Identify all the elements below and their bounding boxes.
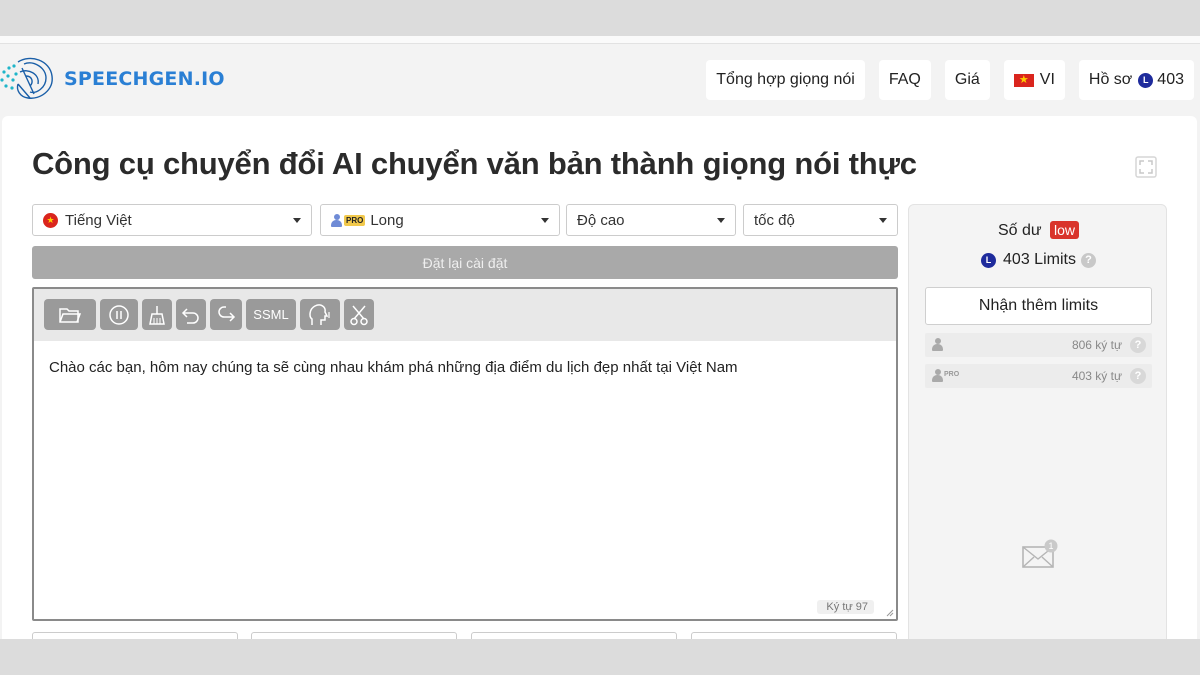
vietnam-flag-icon — [1013, 72, 1034, 88]
help-icon[interactable]: ? — [1080, 252, 1096, 268]
pause-button[interactable] — [100, 299, 138, 330]
limits-value: 403 Limits — [1003, 251, 1076, 268]
brain-network-icon — [0, 57, 53, 99]
quota-row-standard: 806 ký tự ? — [925, 333, 1152, 357]
footer-strip — [0, 639, 1200, 675]
person-icon — [932, 338, 943, 351]
mail-icon[interactable]: 1 — [1021, 539, 1061, 569]
pro-badge: PRO — [344, 214, 366, 226]
nav-profile-label: Hồ sơ — [1088, 71, 1133, 88]
logo-text: SPEECHGEN.IO — [64, 68, 225, 90]
main-nav: Tổng hợp giọng nói FAQ Giá VI Hồ sơ L 40… — [706, 60, 1194, 100]
broom-icon — [149, 305, 165, 325]
balance-label: Số dư — [997, 222, 1042, 239]
redo-icon — [218, 305, 236, 322]
speaking-head-icon — [309, 303, 330, 325]
nav-language[interactable]: VI — [1003, 60, 1065, 100]
nav-faq-label: FAQ — [888, 71, 921, 88]
fullscreen-icon[interactable] — [1135, 156, 1157, 178]
undo-icon — [181, 307, 199, 324]
ssml-button-label: SSML — [253, 307, 289, 322]
pitch-select-value: Độ cao — [577, 211, 625, 229]
quota-row-pro: PRO 403 ký tự ? — [925, 364, 1152, 388]
text-editor: SSML Chào các bạn, hôm nay chúng ta sẽ c… — [32, 287, 898, 621]
get-more-limits-label: Nhận thêm limits — [978, 297, 1099, 314]
limits-coin-icon: L — [1138, 72, 1154, 88]
chevron-down-icon — [879, 218, 887, 223]
reset-settings-button[interactable]: Đặt lại cài đặt — [32, 246, 898, 279]
character-counter-label: Ký tự — [826, 601, 853, 613]
voice-settings: Tiếng Việt PRO Long Độ cao tốc độ — [32, 204, 898, 236]
pro-badge: PRO — [944, 371, 960, 378]
folder-icon — [59, 307, 82, 323]
nav-profile[interactable]: Hồ sơ L 403 — [1078, 60, 1194, 100]
limits-row: L 403 Limits ? — [909, 251, 1168, 269]
editor-text-area[interactable]: Chào các bạn, hôm nay chúng ta sẽ cùng n… — [49, 359, 738, 376]
chevron-down-icon — [541, 218, 549, 223]
help-icon[interactable]: ? — [1130, 368, 1146, 384]
bottom-button[interactable] — [32, 632, 238, 639]
page-title: Công cụ chuyển đổi AI chuyển văn bản thà… — [32, 146, 917, 181]
voice-preview-button[interactable] — [300, 299, 340, 330]
quota-value: 403 ký tự — [1071, 369, 1122, 383]
get-more-limits-button[interactable]: Nhận thêm limits — [925, 287, 1152, 325]
nav-language-label: VI — [1039, 71, 1055, 88]
bottom-button[interactable] — [471, 632, 677, 639]
nav-faq[interactable]: FAQ — [878, 60, 931, 100]
voice-select-value: Long — [370, 211, 404, 229]
bottom-button[interactable] — [691, 632, 897, 639]
character-counter: Ký tự 97 — [817, 600, 874, 614]
ssml-button[interactable]: SSML — [246, 299, 296, 330]
pause-icon — [109, 304, 129, 325]
nav-speech-synthesis[interactable]: Tổng hợp giọng nói — [706, 60, 865, 100]
person-icon — [932, 369, 943, 382]
nav-pricing[interactable]: Giá — [944, 60, 990, 100]
tts-card: Công cụ chuyển đổi AI chuyển văn bản thà… — [2, 116, 1197, 639]
clear-button[interactable] — [142, 299, 172, 330]
limits-coin-icon: L — [981, 252, 997, 268]
nav-speech-synthesis-label: Tổng hợp giọng nói — [716, 71, 855, 88]
page: SPEECHGEN.IO Tổng hợp giọng nói FAQ Giá … — [0, 36, 1200, 639]
top-strip — [0, 36, 1200, 44]
undo-button[interactable] — [176, 299, 206, 330]
logo[interactable]: SPEECHGEN.IO — [0, 54, 225, 104]
reset-settings-label: Đặt lại cài đặt — [422, 254, 508, 271]
language-select[interactable]: Tiếng Việt — [32, 204, 312, 236]
scissors-icon — [350, 305, 368, 325]
balance-sidebar: Số dư low L 403 Limits ? Nhận thêm limit… — [908, 204, 1167, 639]
character-counter-value: 97 — [855, 601, 868, 613]
chevron-down-icon — [293, 218, 301, 223]
help-icon[interactable]: ? — [1130, 337, 1146, 353]
resize-handle-icon[interactable] — [886, 609, 894, 617]
low-balance-badge: low — [1050, 221, 1080, 239]
balance-row: Số dư low — [909, 221, 1168, 240]
speed-select-value: tốc độ — [754, 211, 795, 229]
bottom-button[interactable] — [251, 632, 457, 639]
cut-button[interactable] — [344, 299, 374, 330]
header: SPEECHGEN.IO Tổng hợp giọng nói FAQ Giá … — [0, 46, 1200, 112]
voice-select[interactable]: PRO Long — [320, 204, 560, 236]
person-icon — [331, 213, 342, 227]
mail-badge-count: 1 — [1048, 541, 1053, 551]
redo-button[interactable] — [210, 299, 242, 330]
nav-pricing-label: Giá — [954, 71, 980, 88]
vietnam-flag-icon — [43, 212, 58, 228]
chevron-down-icon — [717, 218, 725, 223]
pitch-select[interactable]: Độ cao — [566, 204, 736, 236]
speed-select[interactable]: tốc độ — [743, 204, 898, 236]
open-file-button[interactable] — [44, 299, 96, 330]
language-select-value: Tiếng Việt — [65, 211, 132, 229]
bottom-actions — [32, 632, 898, 639]
editor-toolbar: SSML — [34, 289, 896, 341]
nav-profile-limits: 403 — [1157, 71, 1184, 88]
quota-value: 806 ký tự — [1071, 338, 1122, 352]
